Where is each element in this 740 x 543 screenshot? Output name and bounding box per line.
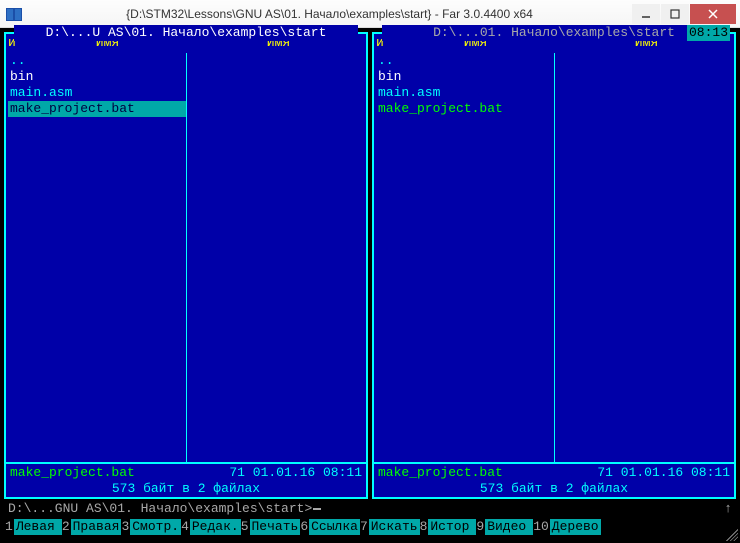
file-item[interactable]: bin xyxy=(8,69,186,85)
left-current-file: make_project.bat xyxy=(10,465,229,481)
maximize-icon xyxy=(670,9,680,19)
close-button[interactable] xyxy=(690,4,736,24)
file-item[interactable]: .. xyxy=(8,53,186,69)
fkey-number: 5 xyxy=(241,519,250,535)
left-panel-footer: make_project.bat 71 01.01.16 08:11 xyxy=(6,462,366,482)
right-panel[interactable]: D:\...01. Начало\examples\start 08:13 и … xyxy=(372,32,736,499)
minimize-button[interactable] xyxy=(632,4,660,24)
right-file-list: ..binmain.asmmake_project.bat xyxy=(376,53,554,117)
left-file-info: 71 01.01.16 08:11 xyxy=(229,465,362,481)
titlebar[interactable]: {D:\STM32\Lessons\GNU AS\01. Начало\exam… xyxy=(0,0,740,28)
right-summary: 573 байт в 2 файлах xyxy=(374,481,734,497)
left-col1: ..binmain.asmmake_project.bat xyxy=(8,53,187,462)
fkey-3[interactable]: 3Смотр. xyxy=(121,518,181,535)
close-icon xyxy=(708,9,718,19)
clock: 08:13 xyxy=(687,25,730,41)
fkey-label: Искать xyxy=(369,519,420,535)
file-item[interactable]: make_project.bat xyxy=(376,101,554,117)
fkey-2[interactable]: 2Правая xyxy=(62,518,122,535)
app-icon xyxy=(6,6,22,22)
prompt: D:\...GNU AS\01. Начало\examples\start> xyxy=(8,501,312,517)
fkey-10[interactable]: 10Дерево xyxy=(533,518,600,535)
fkey-number: 6 xyxy=(300,519,309,535)
fkey-number: 8 xyxy=(420,519,429,535)
fkey-1[interactable]: 1Левая xyxy=(5,518,62,535)
panels: D:\...U AS\01. Начало\examples\start и И… xyxy=(4,32,736,499)
left-summary: 573 байт в 2 файлах xyxy=(6,481,366,497)
command-line[interactable]: D:\...GNU AS\01. Начало\examples\start> … xyxy=(4,499,736,517)
fkey-label: Видео xyxy=(485,519,533,535)
right-file-info: 71 01.01.16 08:11 xyxy=(597,465,730,481)
maximize-button[interactable] xyxy=(661,4,689,24)
right-panel-body: ..binmain.asmmake_project.bat xyxy=(374,53,734,462)
fkey-label: Редак. xyxy=(190,519,241,535)
fkey-label: Дерево xyxy=(550,519,601,535)
file-item[interactable]: main.asm xyxy=(376,85,554,101)
fkey-number: 10 xyxy=(533,519,550,535)
indicator-icon: ↑ xyxy=(724,501,732,517)
fkey-5[interactable]: 5Печать xyxy=(241,518,301,535)
file-item[interactable]: .. xyxy=(376,53,554,69)
window-buttons xyxy=(631,4,736,24)
window-title: {D:\STM32\Lessons\GNU AS\01. Начало\exam… xyxy=(28,7,631,21)
fkey-number: 1 xyxy=(5,519,14,535)
fkey-number: 3 xyxy=(121,519,130,535)
file-item[interactable]: bin xyxy=(376,69,554,85)
fkey-number: 2 xyxy=(62,519,71,535)
fkey-label: Истор xyxy=(428,519,476,535)
left-panel-body: ..binmain.asmmake_project.bat xyxy=(6,53,366,462)
fkey-6[interactable]: 6Ссылка xyxy=(300,518,360,535)
right-col1: ..binmain.asmmake_project.bat xyxy=(376,53,555,462)
terminal: D:\...U AS\01. Начало\examples\start и И… xyxy=(0,28,740,543)
file-item[interactable]: main.asm xyxy=(8,85,186,101)
function-key-bar: 1Левая 2Правая3Смотр.4Редак.5Печать6Ссыл… xyxy=(4,517,736,539)
fkey-4[interactable]: 4Редак. xyxy=(181,518,241,535)
fkey-label: Печать xyxy=(250,519,301,535)
fkey-8[interactable]: 8Истор xyxy=(420,518,477,535)
resize-grip-icon[interactable] xyxy=(726,529,738,541)
fkey-7[interactable]: 7Искать xyxy=(360,518,420,535)
left-panel[interactable]: D:\...U AS\01. Начало\examples\start и И… xyxy=(4,32,368,499)
fkey-label: Правая xyxy=(71,519,122,535)
left-col2 xyxy=(187,53,365,462)
fkey-label: Ссылка xyxy=(309,519,360,535)
right-panel-footer: make_project.bat 71 01.01.16 08:11 xyxy=(374,462,734,482)
fkey-number: 9 xyxy=(476,519,485,535)
fkey-number: 7 xyxy=(360,519,369,535)
fkey-number: 4 xyxy=(181,519,190,535)
right-panel-path[interactable]: D:\...01. Начало\examples\start xyxy=(382,25,726,41)
left-panel-path[interactable]: D:\...U AS\01. Начало\examples\start xyxy=(14,25,358,41)
fkey-label: Смотр. xyxy=(130,519,181,535)
right-col2 xyxy=(555,53,733,462)
cursor-icon xyxy=(313,508,321,510)
left-file-list: ..binmain.asmmake_project.bat xyxy=(8,53,186,117)
right-current-file: make_project.bat xyxy=(378,465,597,481)
minimize-icon xyxy=(641,9,651,19)
fkey-9[interactable]: 9Видео xyxy=(476,518,533,535)
window-frame: {D:\STM32\Lessons\GNU AS\01. Начало\exam… xyxy=(0,0,740,543)
file-item[interactable]: make_project.bat xyxy=(8,101,186,117)
fkey-label: Левая xyxy=(14,519,62,535)
